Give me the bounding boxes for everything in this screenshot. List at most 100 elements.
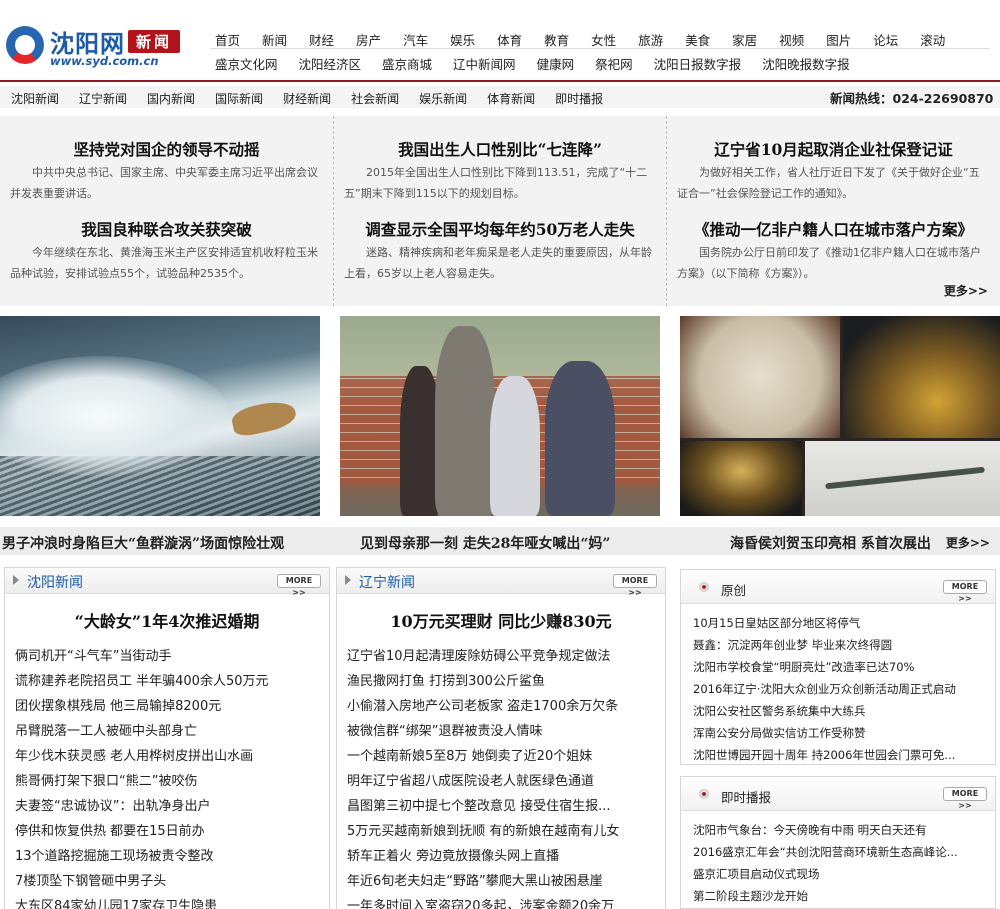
logo-channel-badge: 新闻 <box>128 30 181 53</box>
list-item[interactable]: 夫妻签“忠诚协议”：出轨净身出户 <box>15 794 329 819</box>
list-item[interactable]: 大东区84家幼儿园17家存卫生隐患 <box>15 894 329 909</box>
nav2-item-evening-digital[interactable]: 沈阳晚报数字报 <box>762 54 850 73</box>
headline-title[interactable]: 《推动一亿非户籍人口在城市落户方案》 <box>677 218 990 240</box>
nav-item-women[interactable]: 女性 <box>591 30 616 49</box>
more-button[interactable]: MORE >> <box>943 580 987 603</box>
list-item[interactable]: 熊哥俩打架下狠口“熊二”被咬伤 <box>15 769 329 794</box>
list-item[interactable]: 2016盛京汇年会“共创沈阳营商环境新生态高峰论... <box>693 841 995 863</box>
list-item[interactable]: 明年辽宁省超八成医院设老人就医绿色通道 <box>347 769 665 794</box>
list-item[interactable]: 昌图第三初中提七个整改意见 接受住宿生报... <box>347 794 665 819</box>
list-item[interactable]: 俩司机开“斗气车”当街动手 <box>15 644 329 669</box>
box-title[interactable]: 辽宁新闻 <box>345 572 415 592</box>
list-item[interactable]: 一个越南新娘5至8万 她倒卖了近20个姐妹 <box>347 744 665 769</box>
nav-item-realestate[interactable]: 房产 <box>356 30 381 49</box>
channel-finance[interactable]: 财经新闻 <box>283 90 331 107</box>
channel-society[interactable]: 社会新闻 <box>351 90 399 107</box>
nav-item-video[interactable]: 视频 <box>779 30 804 49</box>
list-item[interactable]: 小偷潜入房地产公司老板家 盗走1700余万欠条 <box>347 694 665 719</box>
channel-domestic[interactable]: 国内新闻 <box>147 90 195 107</box>
nav-item-food[interactable]: 美食 <box>685 30 710 49</box>
list-item[interactable]: 沈阳市气象台：今天傍晚有中雨 明天白天还有 <box>693 819 995 841</box>
photo-person <box>545 361 615 516</box>
nav-item-auto[interactable]: 汽车 <box>403 30 428 49</box>
list-item[interactable]: 2016年辽宁·沈阳大众创业万众创新活动周正式启动 <box>693 678 995 700</box>
nav-item-pictures[interactable]: 图片 <box>826 30 851 49</box>
nav2-item-memorial[interactable]: 祭祀网 <box>595 54 633 73</box>
list-item[interactable]: 团伙摆象棋残局 他三局输掉8200元 <box>15 694 329 719</box>
box-headline[interactable]: “大龄女”1年4次推迟婚期 <box>5 608 329 632</box>
photo-seal <box>680 316 840 438</box>
logo-url: www.syd.com.cn <box>50 54 159 68</box>
channel-shenyang[interactable]: 沈阳新闻 <box>11 90 59 107</box>
channel-instant[interactable]: 即时播报 <box>555 90 603 107</box>
box-headline[interactable]: 10万元买理财 同比少赚830元 <box>337 608 665 632</box>
list-item[interactable]: 第二阶段主题沙龙开始 <box>693 885 995 907</box>
headline-title[interactable]: 我国出生人口性别比“七连降” <box>344 138 656 160</box>
photo-more-link[interactable]: 更多>> <box>946 534 990 551</box>
box-header: 原创 MORE >> <box>681 570 995 604</box>
list-item[interactable]: 13个道路挖掘施工现场被责令整改 <box>15 844 329 869</box>
photo-caption-3[interactable]: 海昏侯刘贺玉印亮相 系首次展出 <box>730 533 931 553</box>
nav2-item-mall[interactable]: 盛京商城 <box>382 54 432 73</box>
nav-item-education[interactable]: 教育 <box>544 30 569 49</box>
list-item[interactable]: 盛京汇项目启动仪式现场 <box>693 863 995 885</box>
headline-summary: 中共中央总书记、国家主席、中央军委主席习近平出席会议并发表重要讲话。 <box>10 166 318 200</box>
list-item[interactable]: 渔民撒网打鱼 打捞到300公斤鲨鱼 <box>347 669 665 694</box>
channel-entertainment[interactable]: 娱乐新闻 <box>419 90 467 107</box>
list-item[interactable]: 10月15日皇姑区部分地区将停气 <box>693 612 995 634</box>
nav-item-finance[interactable]: 财经 <box>309 30 334 49</box>
list-item[interactable]: 停供和恢复供热 都要在15日前办 <box>15 819 329 844</box>
list-item[interactable]: 7楼顶坠下钢管砸中男子头 <box>15 869 329 894</box>
photo-jade-seal-collage[interactable] <box>680 316 1000 516</box>
list-item[interactable]: 谎称建养老院招员工 半年骗400余人50万元 <box>15 669 329 694</box>
instant-news-box: 即时播报 MORE >> 沈阳市气象台：今天傍晚有中雨 明天白天还有 2016盛… <box>680 776 996 909</box>
box-title[interactable]: 原创 <box>721 580 746 599</box>
headline-title[interactable]: 坚持党对国企的领导不动摇 <box>10 138 323 160</box>
photo-family-reunion[interactable] <box>340 316 660 516</box>
list-item[interactable]: 5万元买越南新娘到抚顺 有的新娘在越南有儿女 <box>347 819 665 844</box>
box-title[interactable]: 沈阳新闻 <box>13 572 83 592</box>
photo-surfer-fish[interactable] <box>0 316 320 516</box>
list-item[interactable]: 年少伐木获灵感 老人用桦树皮拼出山水画 <box>15 744 329 769</box>
nav-item-home[interactable]: 首页 <box>215 30 240 49</box>
headline-title[interactable]: 调查显示全国平均每年约50万老人走失 <box>344 218 656 240</box>
list-item[interactable]: 聂鑫：沉淀两年创业梦 毕业来次终得圆 <box>693 634 995 656</box>
nav2-item-daily-digital[interactable]: 沈阳日报数字报 <box>654 54 742 73</box>
channel-sports[interactable]: 体育新闻 <box>487 90 535 107</box>
site-logo[interactable]: 沈阳网 新闻 www.syd.com.cn <box>6 24 191 70</box>
nav2-item-health[interactable]: 健康网 <box>537 54 575 73</box>
nav-item-sports[interactable]: 体育 <box>497 30 522 49</box>
list-item[interactable]: 浑南公安分局做实信访工作受称赞 <box>693 722 995 744</box>
list-item[interactable]: 沈阳世博园开园十周年 持2006年世园会门票可免... <box>693 744 995 766</box>
headlines-more-link[interactable]: 更多>> <box>944 282 988 299</box>
nav-item-rolling[interactable]: 滚动 <box>920 30 945 49</box>
list-item[interactable]: 一年多时间入室盗窃20多起，涉案金额20余万 <box>347 894 665 909</box>
box-title[interactable]: 即时播报 <box>721 787 771 806</box>
nav2-item-culture[interactable]: 盛京文化网 <box>215 54 278 73</box>
nav-item-entertainment[interactable]: 娱乐 <box>450 30 475 49</box>
nav-item-travel[interactable]: 旅游 <box>638 30 663 49</box>
more-button[interactable]: MORE >> <box>277 574 321 597</box>
list-item[interactable]: 沈阳市学校食堂“明厨亮灶”改造率已达70% <box>693 656 995 678</box>
nav-item-news[interactable]: 新闻 <box>262 30 287 49</box>
list-item[interactable]: 沈阳公安社区警务系统集中大练兵 <box>693 700 995 722</box>
photo-caption-2[interactable]: 见到母亲那一刻 走失28年哑女喊出“妈” <box>360 533 610 553</box>
channel-liaoning[interactable]: 辽宁新闻 <box>79 90 127 107</box>
nav-item-forum[interactable]: 论坛 <box>873 30 898 49</box>
list-item[interactable]: 轿车正着火 旁边竟放摄像头网上直播 <box>347 844 665 869</box>
headline-title[interactable]: 辽宁省10月起取消企业社保登记证 <box>677 138 990 160</box>
nav2-item-economic-zone[interactable]: 沈阳经济区 <box>299 54 362 73</box>
list-item[interactable]: 辽宁省10月起清理废除妨碍公平竞争规定做法 <box>347 644 665 669</box>
more-button[interactable]: MORE >> <box>943 787 987 810</box>
more-button[interactable]: MORE >> <box>613 574 657 597</box>
list-item[interactable]: 吊臂脱落一工人被砸中头部身亡 <box>15 719 329 744</box>
photo-caption-1[interactable]: 男子冲浪时身陷巨大“鱼群漩涡”场面惊险壮观 <box>2 533 284 553</box>
nav-item-home-living[interactable]: 家居 <box>732 30 757 49</box>
nav2-item-liaozhong[interactable]: 辽中新闻网 <box>453 54 516 73</box>
headline-column-3: 辽宁省10月起取消企业社保登记证 为做好相关工作，省人社厅近日下发了《关于做好企… <box>667 116 1000 306</box>
list-item[interactable]: 年近6旬老夫妇走“野路”攀爬大黑山被困悬崖 <box>347 869 665 894</box>
photo-surfer <box>229 397 299 439</box>
headline-title[interactable]: 我国良种联合攻关获突破 <box>10 218 323 240</box>
list-item[interactable]: 被微信群“绑架”退群被责没人情味 <box>347 719 665 744</box>
channel-international[interactable]: 国际新闻 <box>215 90 263 107</box>
